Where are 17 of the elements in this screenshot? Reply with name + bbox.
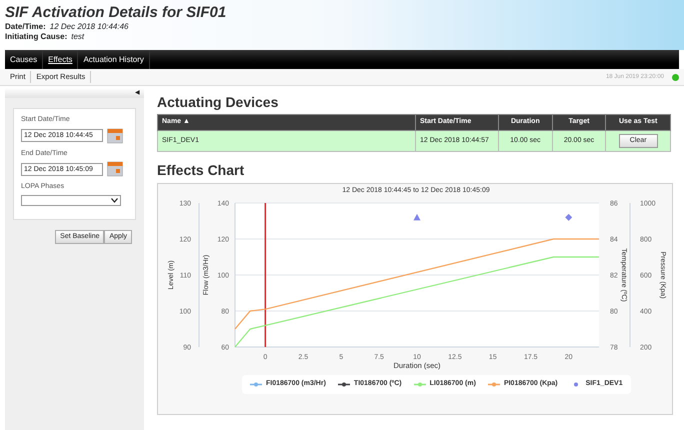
section-heading: Actuating Devices [157, 93, 280, 111]
diamond-marker [565, 214, 572, 221]
page-title: SIF Activation Details for SIF01 [5, 4, 228, 22]
legend-swatch-icon [488, 382, 500, 387]
legend-swatch-icon [250, 382, 262, 387]
triangle-marker [414, 214, 420, 220]
detail-label: Date/Time: [5, 22, 46, 32]
legend-swatch-icon [338, 382, 350, 387]
detail-value: 12 Dec 2018 10:44:46 [50, 22, 128, 32]
calendar-icon[interactable] [107, 128, 123, 144]
detail-label: Initiating Cause: [5, 32, 68, 42]
legend-swatch-icon [414, 382, 426, 387]
section-heading: Effects Chart [157, 161, 246, 179]
detail-value: test [71, 32, 84, 42]
calendar-icon[interactable] [107, 161, 123, 177]
chevron-down-icon [111, 198, 118, 202]
select-field[interactable] [21, 194, 121, 206]
